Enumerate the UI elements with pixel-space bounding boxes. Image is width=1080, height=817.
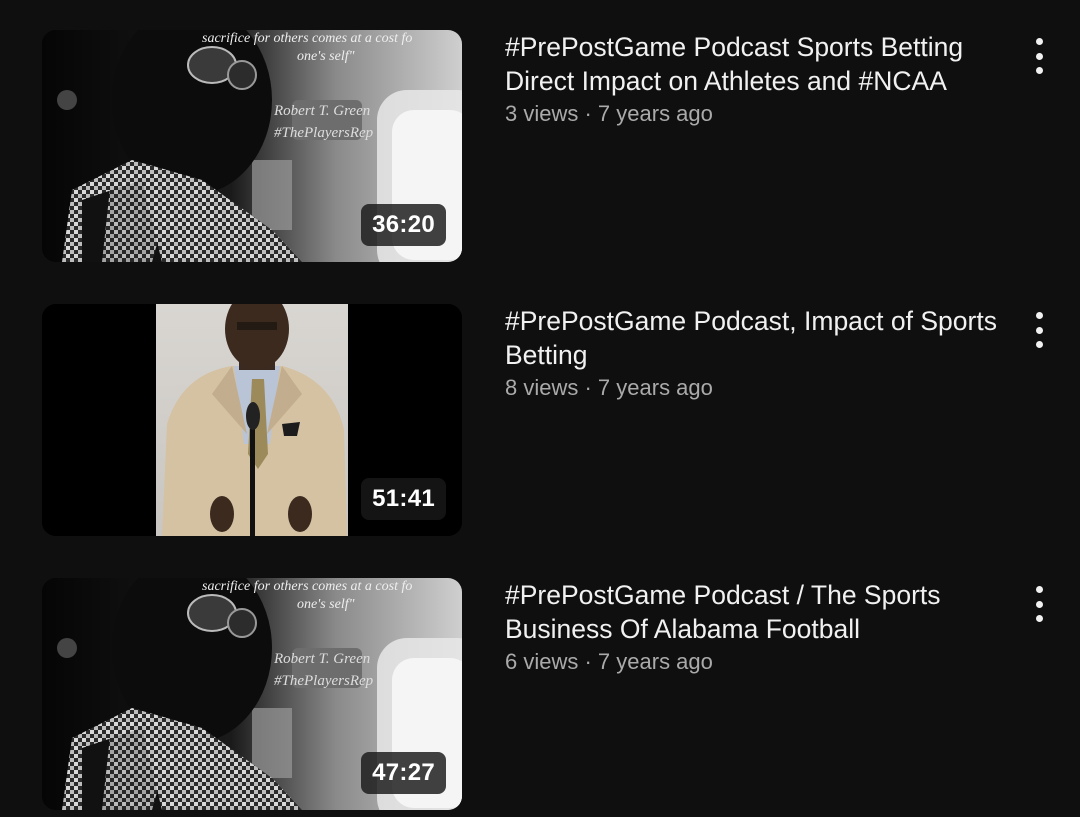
video-meta[interactable]: #PrePostGame Podcast / The Sports Busine… — [505, 578, 1005, 677]
video-meta[interactable]: #PrePostGame Podcast Sports Betting Dire… — [505, 30, 1005, 129]
more-vert-icon[interactable] — [1024, 34, 1054, 78]
video-title[interactable]: #PrePostGame Podcast / The Sports Busine… — [505, 578, 1005, 646]
thumbnail-name: Robert T. Green — [274, 651, 371, 667]
separator-dot: · — [578, 649, 598, 674]
video-item[interactable]: sacrifice for others comes at a cost fo … — [0, 578, 1080, 810]
duration-badge: 36:20 — [361, 204, 446, 246]
video-thumbnail[interactable]: sacrifice for others comes at a cost fo … — [42, 30, 462, 262]
upload-age: 7 years ago — [597, 101, 713, 126]
view-count: 3 views — [505, 101, 579, 126]
video-item[interactable]: sacrifice for others comes at a cost fo … — [0, 30, 1080, 262]
thumbnail-handle: #ThePlayersRep — [274, 125, 374, 141]
view-count: 6 views — [505, 649, 579, 674]
upload-age: 7 years ago — [597, 375, 713, 400]
separator-dot: · — [578, 101, 598, 126]
video-item[interactable]: 51:41 #PrePostGame Podcast, Impact of Sp… — [0, 304, 1080, 536]
upload-age: 7 years ago — [597, 649, 713, 674]
menu-dot — [1035, 52, 1043, 60]
thumbnail-quote-line: one's self" — [297, 597, 355, 612]
duration-badge: 51:41 — [361, 478, 446, 520]
menu-dot — [1035, 600, 1043, 608]
video-title[interactable]: #PrePostGame Podcast Sports Betting Dire… — [505, 30, 1005, 98]
thumbnail-name-overlay: Robert T. Green #ThePlayersRep — [274, 100, 373, 144]
thumbnail-quote-line: one's self" — [297, 49, 355, 64]
menu-dot — [1035, 341, 1043, 348]
video-stats: 8 views · 7 years ago — [505, 373, 1005, 403]
thumbnail-quote-overlay: sacrifice for others comes at a cost fo … — [202, 30, 462, 66]
view-count: 8 views — [505, 375, 579, 400]
thumbnail-name: Robert T. Green — [274, 103, 371, 119]
menu-dot — [1035, 586, 1043, 593]
video-stats: 3 views · 7 years ago — [505, 99, 1005, 129]
thumbnail-quote-line: sacrifice for others comes at a cost fo — [202, 579, 413, 594]
video-thumbnail[interactable]: 51:41 — [42, 304, 462, 536]
menu-dot — [1035, 312, 1043, 319]
thumbnail-handle: #ThePlayersRep — [274, 673, 374, 689]
video-meta[interactable]: #PrePostGame Podcast, Impact of Sports B… — [505, 304, 1005, 403]
menu-dot — [1035, 326, 1043, 334]
video-stats: 6 views · 7 years ago — [505, 647, 1005, 677]
thumbnail-quote-line: sacrifice for others comes at a cost fo — [202, 31, 413, 46]
menu-dot — [1035, 38, 1043, 45]
thumbnail-quote-overlay: sacrifice for others comes at a cost fo … — [202, 578, 462, 614]
duration-badge: 47:27 — [361, 752, 446, 794]
menu-dot — [1035, 615, 1043, 622]
separator-dot: · — [578, 375, 598, 400]
menu-dot — [1035, 67, 1043, 74]
video-list: sacrifice for others comes at a cost fo … — [0, 0, 1080, 817]
video-title[interactable]: #PrePostGame Podcast, Impact of Sports B… — [505, 304, 1005, 372]
more-vert-icon[interactable] — [1024, 582, 1054, 626]
more-vert-icon[interactable] — [1024, 308, 1054, 352]
thumbnail-name-overlay: Robert T. Green #ThePlayersRep — [274, 648, 373, 692]
video-thumbnail[interactable]: sacrifice for others comes at a cost fo … — [42, 578, 462, 810]
